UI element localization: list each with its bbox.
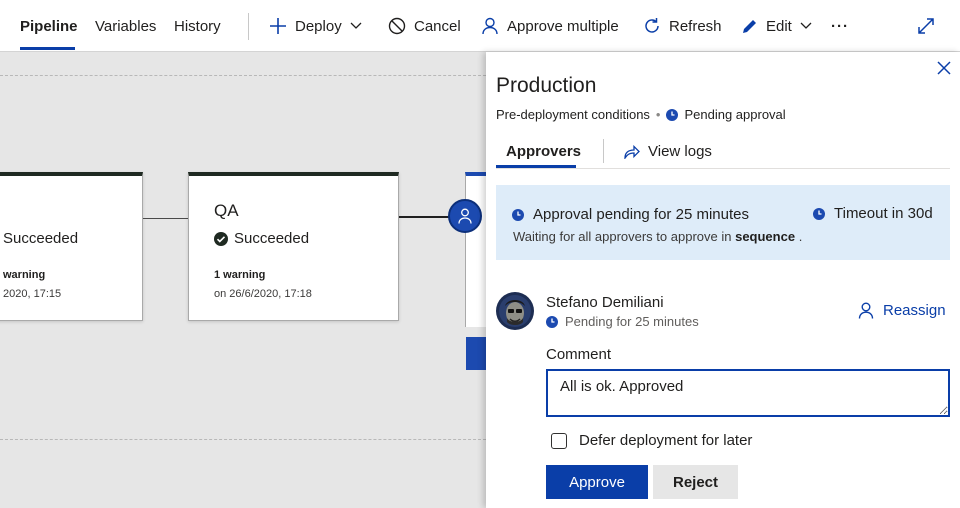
refresh-icon bbox=[645, 18, 659, 33]
share-arrow-icon bbox=[624, 144, 640, 159]
refresh-label: Refresh bbox=[669, 17, 722, 35]
close-button[interactable] bbox=[937, 61, 951, 75]
banner-description-end: . bbox=[798, 229, 803, 244]
approve-button[interactable]: Approve bbox=[546, 465, 648, 499]
expand-icon bbox=[918, 18, 934, 34]
cancel-circle-icon bbox=[388, 17, 406, 35]
check-circle-icon bbox=[214, 231, 228, 246]
approver-status: Pending for 25 minutes bbox=[546, 314, 699, 329]
cancel-label: Cancel bbox=[414, 17, 461, 35]
stage-date: on 26/6/2020, 17:18 bbox=[214, 288, 312, 300]
clock-icon bbox=[512, 208, 524, 221]
approve-multiple-button[interactable]: Approve multiple bbox=[481, 0, 619, 52]
avatar-image bbox=[496, 292, 534, 330]
tab-variables[interactable]: Variables bbox=[95, 0, 156, 52]
deploy-stage-button[interactable] bbox=[466, 337, 486, 370]
more-actions-button[interactable]: ··· bbox=[831, 0, 849, 52]
deploy-label: Deploy bbox=[295, 17, 342, 35]
panel-title: Production bbox=[496, 74, 597, 97]
avatar bbox=[496, 292, 534, 330]
subtitle-text: Pre-deployment conditions bbox=[496, 107, 650, 122]
stage-status: Succeeded bbox=[3, 230, 78, 247]
clock-icon bbox=[546, 315, 558, 328]
cancel-button[interactable]: Cancel bbox=[388, 0, 461, 52]
approval-status-banner: Approval pending for 25 minutes Timeout … bbox=[496, 185, 950, 260]
tab-view-logs[interactable]: View logs bbox=[624, 143, 712, 160]
tab-view-logs-label: View logs bbox=[648, 143, 712, 160]
stage-name: QA bbox=[214, 201, 239, 220]
approval-connector bbox=[399, 216, 449, 218]
timeout-text: Timeout in 30d bbox=[834, 205, 933, 222]
reassign-button[interactable]: Reassign bbox=[858, 302, 946, 319]
banner-title-text: Approval pending for 25 minutes bbox=[533, 206, 749, 223]
banner-title: Approval pending for 25 minutes bbox=[512, 206, 749, 223]
defer-label: Defer deployment for later bbox=[579, 432, 753, 449]
reassign-label: Reassign bbox=[883, 302, 946, 319]
reject-button[interactable]: Reject bbox=[653, 465, 738, 499]
stage-date: 2020, 17:15 bbox=[3, 288, 62, 300]
comment-input[interactable]: All is ok. Approved bbox=[546, 369, 950, 417]
deploy-button[interactable]: Deploy bbox=[269, 0, 362, 52]
person-icon bbox=[458, 208, 472, 224]
tabs-baseline bbox=[496, 168, 950, 169]
approver-name: Stefano Demiliani bbox=[546, 294, 664, 311]
tab-approvers[interactable]: Approvers bbox=[506, 143, 581, 160]
pencil-icon bbox=[743, 19, 756, 33]
checkbox[interactable] bbox=[551, 432, 567, 449]
banner-description-text: Waiting for all approvers to approve in bbox=[513, 229, 732, 244]
timeout-indicator: Timeout in 30d bbox=[813, 205, 933, 222]
approve-multiple-label: Approve multiple bbox=[507, 17, 619, 35]
lane-divider-bottom bbox=[0, 439, 486, 440]
clock-icon bbox=[813, 207, 825, 220]
stage-status-label: Succeeded bbox=[234, 230, 310, 247]
close-icon bbox=[937, 61, 951, 75]
stage-warnings: 1 warning bbox=[214, 269, 266, 281]
chevron-down-icon bbox=[800, 22, 812, 29]
banner-description: Waiting for all approvers to approve in … bbox=[513, 229, 802, 244]
top-toolbar: Pipeline Variables History Deploy Cancel… bbox=[0, 0, 960, 52]
conditions-subtitle: Pre-deployment conditions • Pending appr… bbox=[496, 107, 786, 122]
separator-dot: • bbox=[655, 107, 661, 122]
edit-label: Edit bbox=[766, 17, 792, 35]
clock-icon bbox=[666, 108, 679, 121]
stage-card-qa[interactable]: QA Succeeded 1 warning on 26/6/2020, 17:… bbox=[188, 172, 399, 321]
approver-status-text: Pending for 25 minutes bbox=[565, 314, 699, 329]
toolbar-divider bbox=[248, 13, 249, 40]
stage-warnings: warning bbox=[3, 269, 46, 281]
tab-approvers-label: Approvers bbox=[506, 143, 582, 160]
stage-status: Succeeded bbox=[214, 230, 309, 247]
subtitle-status: Pending approval bbox=[684, 107, 786, 122]
stage-card-production[interactable] bbox=[465, 172, 486, 327]
active-tab-indicator bbox=[20, 47, 75, 50]
expand-button[interactable] bbox=[917, 0, 943, 52]
tab-divider bbox=[603, 139, 604, 163]
stage-connector bbox=[143, 218, 189, 219]
lane-divider-top bbox=[0, 75, 486, 76]
stage-card-dev[interactable]: Succeeded warning 2020, 17:15 bbox=[0, 172, 143, 321]
edit-button[interactable]: Edit bbox=[741, 0, 812, 52]
tab-pipeline[interactable]: Pipeline bbox=[20, 0, 78, 52]
approval-panel: Production Pre-deployment conditions • P… bbox=[486, 52, 960, 508]
tab-history[interactable]: History bbox=[174, 0, 221, 52]
stage-status-label: Succeeded bbox=[3, 230, 79, 247]
pre-deployment-approval-button[interactable] bbox=[448, 199, 482, 233]
person-icon bbox=[858, 302, 874, 319]
chevron-down-icon bbox=[350, 22, 362, 29]
approval-order: sequence bbox=[735, 229, 796, 244]
person-icon bbox=[482, 17, 498, 35]
comment-label: Comment bbox=[546, 346, 612, 363]
defer-deployment-checkbox[interactable]: Defer deployment for later bbox=[551, 432, 752, 449]
refresh-button[interactable]: Refresh bbox=[643, 0, 722, 52]
plus-icon bbox=[270, 18, 286, 34]
